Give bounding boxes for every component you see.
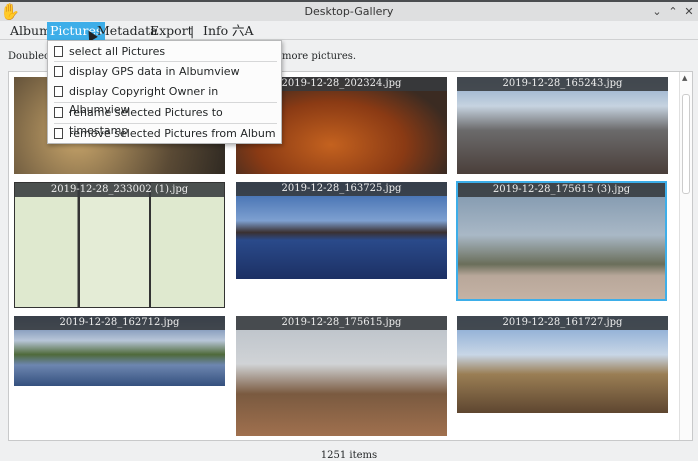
title-bar: ✋ Desktop-Gallery ⌄ ⌃ ✕	[0, 0, 698, 21]
menu-item-copyright[interactable]: display Copyright Owner in Albumview	[49, 83, 280, 116]
document-icon	[54, 128, 63, 139]
pictures-dropdown-menu: select all Pictures display GPS data in …	[47, 40, 282, 144]
document-icon	[54, 66, 63, 77]
document-icon	[54, 86, 63, 97]
menu-divider	[54, 61, 277, 62]
menu-item-rename[interactable]: rename selected Pictures to timestamp	[49, 104, 280, 137]
document-icon	[54, 46, 63, 57]
picture-tile[interactable]: 2019-12-28_175615 (3).jpg	[456, 181, 667, 301]
menu-item-label: select all Pictures	[69, 45, 166, 58]
menu-language[interactable]: 六A	[229, 22, 257, 40]
window-title: Desktop-Gallery	[304, 5, 394, 18]
scroll-up-icon[interactable]: ▲	[682, 74, 687, 82]
picture-name: 2019-12-28_163725.jpg	[236, 182, 447, 196]
picture-tile[interactable]: 2019-12-28_163725.jpg	[236, 182, 447, 279]
picture-name: 2019-12-28_165243.jpg	[457, 77, 668, 91]
picture-name: 2019-12-28_175615.jpg	[236, 316, 447, 330]
picture-tile[interactable]: 2019-12-28_165243.jpg	[457, 77, 668, 174]
document-icon	[54, 107, 63, 118]
picture-tile[interactable]: 2019-12-28_233002 (1).jpg	[14, 182, 225, 308]
menu-divider	[54, 102, 277, 103]
picture-tile[interactable]: 2019-12-28_161727.jpg	[457, 316, 668, 413]
status-count: 1251 items	[320, 450, 378, 461]
menu-item-label: remove selected Pictures from Album	[69, 127, 276, 140]
scrollbar-thumb[interactable]	[682, 94, 690, 194]
menu-item-label: display GPS data in Albumview	[69, 65, 240, 78]
picture-name: 2019-12-28_162712.jpg	[14, 316, 225, 330]
menu-bar: Album Pictures Metadata Export | Info 六A	[0, 21, 698, 40]
maximize-icon[interactable]: ⌃	[666, 5, 680, 18]
picture-name: 2019-12-28_161727.jpg	[457, 316, 668, 330]
picture-tile[interactable]: 2019-12-28_162712.jpg	[14, 316, 225, 386]
menu-item-gps[interactable]: display GPS data in Albumview	[49, 63, 280, 81]
picture-name: 2019-12-28_175615 (3).jpg	[458, 183, 665, 197]
minimize-icon[interactable]: ⌄	[650, 5, 664, 18]
picture-tile[interactable]: 2019-12-28_175615.jpg	[236, 316, 447, 436]
picture-name: 2019-12-28_233002 (1).jpg	[15, 183, 224, 197]
menu-item-select-all[interactable]: select all Pictures	[49, 43, 280, 61]
vertical-scrollbar[interactable]: ▲	[679, 72, 692, 440]
menu-item-remove[interactable]: remove selected Pictures from Album	[49, 125, 280, 143]
info-text-end: more pictures.	[282, 51, 357, 62]
menu-divider	[54, 123, 277, 124]
menu-info[interactable]: Info	[200, 22, 231, 40]
menu-separator: |	[190, 23, 195, 38]
close-icon[interactable]: ✕	[682, 5, 696, 18]
